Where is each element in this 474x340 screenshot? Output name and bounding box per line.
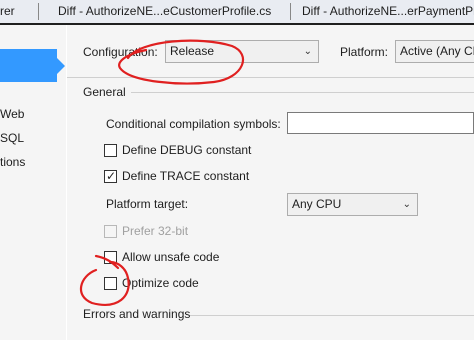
prefer-32bit-label: Prefer 32-bit xyxy=(122,224,189,238)
define-debug-checkbox[interactable] xyxy=(104,144,117,157)
chevron-down-icon: ⌄ xyxy=(303,46,312,57)
allow-unsafe-label: Allow unsafe code xyxy=(122,250,220,264)
allow-unsafe-checkbox[interactable] xyxy=(104,251,117,264)
define-debug-label: Define DEBUG constant xyxy=(122,143,252,157)
platform-target-value: Any CPU xyxy=(292,197,342,211)
nav-item-options[interactable]: tions xyxy=(0,155,25,169)
document-tab-strip: rer Diff - AuthorizeNE...eCustomerProfil… xyxy=(0,0,474,25)
general-section-title: General xyxy=(83,85,126,99)
platform-dropdown[interactable]: Active (Any CPU) xyxy=(395,40,474,63)
optimize-code-checkbox[interactable] xyxy=(104,277,117,290)
section-divider xyxy=(190,315,474,316)
tab-separator xyxy=(290,3,291,20)
configuration-label: Configuration: xyxy=(83,45,158,59)
nav-item-build-selected[interactable] xyxy=(0,49,57,82)
configuration-value: Release xyxy=(170,44,215,58)
nav-item-web[interactable]: Web xyxy=(0,107,24,121)
errors-section-title: Errors and warnings xyxy=(83,307,191,321)
platform-target-dropdown[interactable]: Any CPU ⌄ xyxy=(287,193,418,216)
define-trace-label: Define TRACE constant xyxy=(122,169,250,183)
define-trace-checkbox[interactable]: ✓ xyxy=(104,169,117,183)
check-icon: ✓ xyxy=(106,169,117,183)
platform-value: Active (Any CPU) xyxy=(400,44,474,58)
tab-diff-payment-profile[interactable]: Diff - AuthorizeNE...erPaymentProfile. xyxy=(302,0,474,23)
conditional-symbols-input[interactable] xyxy=(287,112,474,134)
conditional-symbols-label: Conditional compilation symbols: xyxy=(106,117,281,131)
optimize-code-label: Optimize code xyxy=(122,276,199,290)
nav-item-sql[interactable]: SQL xyxy=(0,131,24,145)
platform-target-label: Platform target: xyxy=(106,197,189,211)
divider xyxy=(67,77,474,78)
tab-partial[interactable]: rer xyxy=(0,0,22,23)
configuration-dropdown[interactable]: Release ⌄ xyxy=(165,40,319,63)
tab-diff-customer-profile[interactable]: Diff - AuthorizeNE...eCustomerProfile.cs xyxy=(58,0,284,23)
chevron-down-icon: ⌄ xyxy=(402,199,411,210)
nav-selection-arrow xyxy=(57,58,65,74)
platform-label: Platform: xyxy=(340,45,389,59)
section-divider xyxy=(131,92,474,93)
nav-divider xyxy=(66,25,67,340)
prefer-32bit-checkbox xyxy=(104,225,117,238)
tab-separator xyxy=(38,3,39,20)
